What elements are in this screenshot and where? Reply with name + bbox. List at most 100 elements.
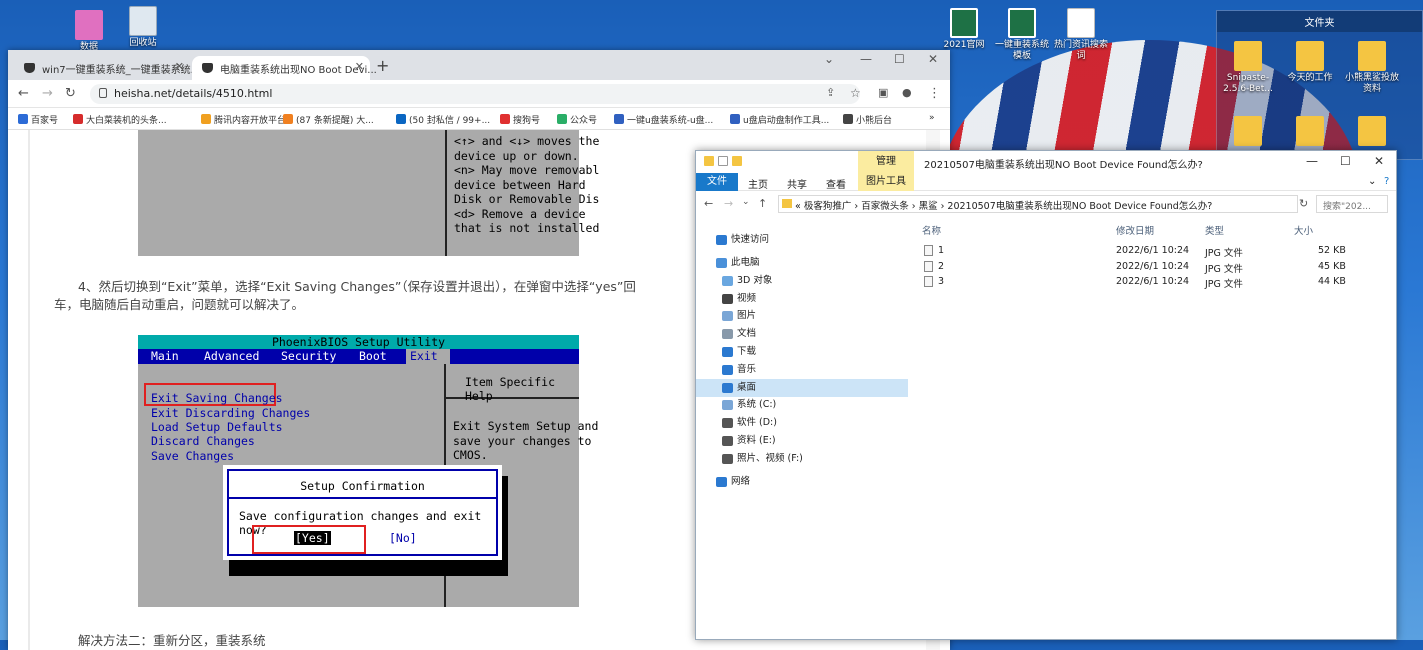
close-tab-icon[interactable]: ✕ bbox=[355, 60, 364, 73]
folder-6[interactable] bbox=[1341, 116, 1403, 148]
nav-item[interactable]: 网络 bbox=[696, 473, 908, 491]
address-segment[interactable]: 20210507电脑重装系统出现NO Boot Device Found怎么办? bbox=[947, 201, 1212, 212]
bookmark-item[interactable]: 一键u盘装系统-u盘... bbox=[614, 113, 713, 126]
share-icon[interactable]: ⇪ bbox=[826, 86, 835, 99]
bios-screenshot-exit: PhoenixBIOS Setup Utility Main Advanced … bbox=[138, 335, 598, 607]
column-date[interactable]: 修改日期 bbox=[1116, 223, 1154, 237]
explorer-back-icon[interactable]: ← bbox=[704, 197, 713, 210]
sidebar-icon[interactable]: ▣ bbox=[878, 86, 888, 99]
chevron-right-icon[interactable]: › bbox=[938, 201, 948, 212]
minimize-button[interactable]: — bbox=[860, 52, 872, 66]
folder-today-work[interactable]: 今天的工作 bbox=[1279, 41, 1341, 84]
chevron-right-icon[interactable]: › bbox=[851, 201, 861, 212]
bios-menu-security: Security bbox=[281, 349, 337, 363]
address-segment[interactable]: 黑鲨 bbox=[919, 201, 938, 212]
nav-item-label: 桌面 bbox=[737, 382, 757, 393]
nav-item[interactable]: 系统 (C:) bbox=[696, 396, 908, 414]
tab-win7-reinstall[interactable]: win7一键重装系统_一键重装系统... ✕ bbox=[14, 56, 200, 80]
bookmark-item[interactable]: (87 条新提醒) 大... bbox=[283, 113, 374, 126]
chevron-right-icon[interactable]: › bbox=[909, 201, 919, 212]
explorer-forward-icon[interactable]: → bbox=[724, 197, 733, 210]
profile-icon[interactable]: ● bbox=[902, 86, 912, 99]
nav-item[interactable]: 文档 bbox=[696, 325, 908, 343]
desktop-icon-reinstall-template[interactable]: 一键重装系统模板 bbox=[991, 8, 1053, 62]
nav-item[interactable]: 资料 (E:) bbox=[696, 432, 908, 450]
close-window-button[interactable]: ✕ bbox=[928, 52, 938, 66]
maximize-button[interactable]: ☐ bbox=[894, 52, 905, 66]
menu-dots-icon[interactable]: ⋮ bbox=[928, 86, 941, 101]
up-arrow-icon[interactable]: ↑ bbox=[758, 197, 767, 210]
tab-search-icon[interactable]: ⌄ bbox=[824, 52, 834, 66]
desktop-icon-data[interactable]: 数据 bbox=[58, 10, 120, 53]
ribbon-tab-share[interactable]: 共享 bbox=[787, 176, 807, 191]
setup-confirmation-dialog: Setup Confirmation Save configuration ch… bbox=[223, 465, 502, 560]
bookmark-item[interactable]: 小熊后台 bbox=[843, 113, 892, 126]
nav-item[interactable]: 此电脑 bbox=[696, 254, 908, 272]
ribbon-tab-picture-tools[interactable]: 图片工具 bbox=[858, 173, 914, 191]
bookmark-item[interactable]: (50 封私信 / 99+... bbox=[396, 113, 490, 126]
file-name: 2 bbox=[938, 260, 945, 272]
new-tab-button[interactable]: + bbox=[376, 56, 389, 75]
ribbon-expand-icon[interactable]: ⌄ bbox=[1368, 176, 1376, 187]
column-size[interactable]: 大小 bbox=[1294, 223, 1313, 237]
explorer-search-input[interactable]: 搜索"202... bbox=[1316, 195, 1388, 213]
address-prefix: « bbox=[795, 201, 804, 212]
navigation-pane: 快速访问此电脑 3D 对象 视频 图片 文档 下载 音乐桌面系统 (C:) 软件 (D:) 资料… bbox=[696, 219, 908, 639]
file-row[interactable]: 1 2022/6/1 10:24 JPG 文件 52 KB bbox=[916, 243, 1396, 259]
bookmark-star-icon[interactable]: ☆ bbox=[850, 86, 861, 100]
column-type[interactable]: 类型 bbox=[1205, 223, 1224, 237]
bios-help-text: Exit System Setup and save your changes … bbox=[453, 419, 599, 462]
explorer-minimize-button[interactable]: — bbox=[1306, 154, 1318, 168]
folder-xiaoxiong-heisha[interactable]: 小熊黑鲨投放资料 bbox=[1341, 41, 1403, 95]
dialog-title: Setup Confirmation bbox=[300, 479, 425, 493]
reload-icon[interactable]: ↻ bbox=[65, 86, 76, 101]
nav-item[interactable]: 桌面 bbox=[696, 379, 908, 397]
nav-item-label: 软件 (D:) bbox=[737, 417, 777, 428]
address-segment[interactable]: 百家微头条 bbox=[861, 201, 909, 212]
ribbon-tab-view[interactable]: 查看 bbox=[826, 176, 846, 191]
nav-item[interactable]: 3D 对象 bbox=[696, 272, 908, 290]
file-row[interactable]: 3 2022/6/1 10:24 JPG 文件 44 KB bbox=[916, 274, 1396, 290]
bookmark-item[interactable]: 百家号 bbox=[18, 113, 58, 126]
nav-item[interactable]: 快速访问 bbox=[696, 231, 908, 249]
forward-arrow-icon[interactable]: → bbox=[42, 86, 53, 101]
folder-snipaste[interactable]: Snipaste-2.5.6-Bet... bbox=[1217, 41, 1279, 95]
nav-item[interactable]: 视频 bbox=[696, 290, 908, 308]
folder-panel-title: 文件夹 bbox=[1217, 11, 1422, 32]
explorer-address-bar[interactable]: « 极客狗推广 › 百家微头条 › 黑鲨 › 20210507电脑重装系统出现N… bbox=[778, 195, 1298, 213]
column-name[interactable]: 名称 bbox=[922, 223, 941, 237]
bookmark-item[interactable]: 腾讯内容开放平台 bbox=[201, 113, 286, 126]
folder-4[interactable] bbox=[1217, 116, 1279, 148]
bios-menu-exit: Exit bbox=[406, 349, 450, 364]
bookmark-item[interactable]: 搜狗号 bbox=[500, 113, 540, 126]
help-icon[interactable]: ? bbox=[1384, 176, 1389, 187]
ribbon-tab-home[interactable]: 主页 bbox=[748, 176, 768, 191]
folder-5[interactable] bbox=[1279, 116, 1341, 148]
ribbon-tab-file[interactable]: 文件 bbox=[696, 173, 738, 191]
nav-item[interactable]: 图片 bbox=[696, 307, 908, 325]
tab-no-boot-device[interactable]: 电脑重装系统出现NO Boot Devi... ✕ bbox=[192, 56, 377, 80]
bookmark-item[interactable]: 公众号 bbox=[557, 113, 597, 126]
explorer-refresh-icon[interactable]: ↻ bbox=[1299, 197, 1308, 210]
recycle-bin-icon[interactable]: 回收站 bbox=[112, 6, 174, 49]
nav-item[interactable]: 照片、视频 (F:) bbox=[696, 450, 908, 468]
recent-dropdown-icon[interactable]: ⌄ bbox=[742, 197, 750, 207]
address-segment[interactable]: 极客狗推广 bbox=[804, 201, 852, 212]
nav-item[interactable]: 软件 (D:) bbox=[696, 414, 908, 432]
file-row[interactable]: 2 2022/6/1 10:24 JPG 文件 45 KB bbox=[916, 259, 1396, 275]
nav-item[interactable]: 音乐 bbox=[696, 361, 908, 379]
manage-tab[interactable]: 管理 bbox=[858, 151, 914, 173]
nav-item[interactable]: 下载 bbox=[696, 343, 908, 361]
quick-access-toolbar[interactable] bbox=[704, 156, 766, 168]
bookmark-item[interactable]: 大白菜装机的头条... bbox=[73, 113, 167, 126]
url-input[interactable]: heisha.net/details/4510.html bbox=[90, 84, 860, 104]
explorer-close-button[interactable]: ✕ bbox=[1374, 154, 1384, 168]
close-tab-icon[interactable]: ✕ bbox=[175, 60, 184, 73]
nav-item-icon bbox=[722, 383, 733, 393]
more-bookmarks-icon[interactable]: » bbox=[916, 113, 935, 123]
bookmark-item[interactable]: u盘启动盘制作工具... bbox=[730, 113, 829, 126]
desktop-icon-hot-keywords[interactable]: 热门资讯搜索词 bbox=[1050, 8, 1112, 62]
explorer-maximize-button[interactable]: ☐ bbox=[1340, 154, 1351, 168]
desktop-icon-2021-official[interactable]: 2021官网 bbox=[933, 8, 995, 51]
back-arrow-icon[interactable]: ← bbox=[18, 86, 29, 101]
